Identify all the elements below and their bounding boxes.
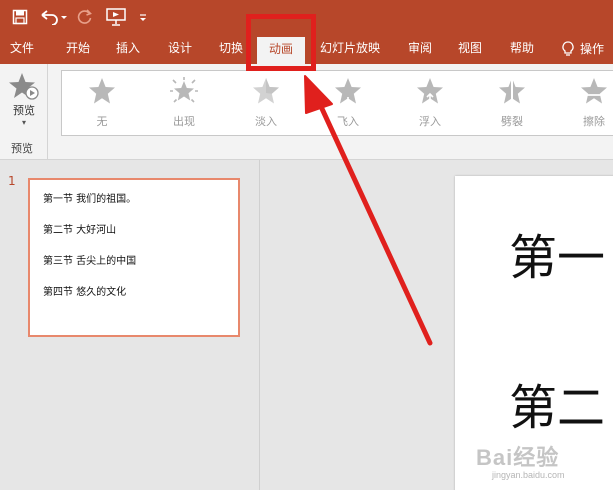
watermark-url: jingyan.baidu.com <box>492 470 565 480</box>
animation-split[interactable]: 劈裂 <box>482 71 542 135</box>
slide-thumbnail[interactable]: 第一节 我们的祖国。 第二节 大好河山 第三节 舌尖上的中国 第四节 悠久的文化 <box>28 178 240 337</box>
animation-fade[interactable]: 淡入 <box>236 71 296 135</box>
tab-design[interactable]: 设计 <box>168 34 192 64</box>
powerpoint-window: 文件 开始 插入 设计 切换 动画 幻灯片放映 审阅 视图 帮助 操作 预览 ▾ <box>0 0 613 490</box>
animation-wipe[interactable]: 擦除 <box>564 71 613 135</box>
preview-button[interactable]: 预览 ▾ <box>4 70 44 136</box>
animation-label: 擦除 <box>583 115 605 128</box>
star-none-icon <box>89 78 115 104</box>
tab-review[interactable]: 审阅 <box>408 34 432 64</box>
slide-text-line[interactable]: 第一 <box>509 218 605 288</box>
star-float-in-icon <box>417 78 443 104</box>
animation-float-in[interactable]: 浮入 <box>400 71 460 135</box>
thumbnail-text-line: 第二节 大好河山 <box>43 225 117 236</box>
save-icon[interactable] <box>8 4 32 30</box>
animation-label: 浮入 <box>419 115 441 128</box>
tab-highlight-box <box>246 14 316 71</box>
undo-icon[interactable] <box>38 4 70 30</box>
slide-number: 1 <box>8 174 16 188</box>
baidu-jingyan-watermark: Bai经验 jingyan.baidu.com <box>474 440 609 484</box>
tab-insert[interactable]: 插入 <box>116 34 140 64</box>
tab-home[interactable]: 开始 <box>66 34 90 64</box>
animation-label: 淡入 <box>255 115 277 128</box>
tab-file[interactable]: 文件 <box>10 34 34 64</box>
star-split-icon <box>499 78 525 104</box>
animations-ribbon: 预览 ▾ 预览 无 出现 淡入 飞入 浮入 劈裂 擦除 <box>0 64 613 160</box>
preview-button-label: 预览 <box>13 104 35 117</box>
animation-label: 劈裂 <box>501 115 523 128</box>
redo-icon[interactable] <box>74 4 96 30</box>
animation-label: 出现 <box>173 115 195 128</box>
present-from-start-icon[interactable] <box>104 4 128 30</box>
watermark-brand: Bai经验 <box>476 445 560 470</box>
animation-label: 飞入 <box>337 115 359 128</box>
star-fade-icon <box>253 78 279 104</box>
thumbnail-text-line: 第三节 舌尖上的中国 <box>43 256 137 267</box>
thumbnail-text-line: 第四节 悠久的文化 <box>43 287 127 298</box>
animation-appear[interactable]: 出现 <box>154 71 214 135</box>
tab-slideshow[interactable]: 幻灯片放映 <box>320 34 380 64</box>
tab-help[interactable]: 帮助 <box>510 34 534 64</box>
slide-text-line[interactable]: 第二 <box>509 368 605 438</box>
animation-label: 无 <box>96 115 108 128</box>
chevron-down-icon: ▾ <box>21 118 26 127</box>
customize-qat-icon[interactable] <box>136 4 150 30</box>
star-wipe-icon <box>581 78 607 104</box>
tab-transitions[interactable]: 切换 <box>219 34 243 64</box>
tell-me-box[interactable]: 操作 <box>562 34 604 64</box>
lightbulb-icon <box>562 41 574 56</box>
preview-group: 预览 ▾ 预览 <box>0 64 48 160</box>
preview-group-caption: 预览 <box>11 142 33 155</box>
tell-me-label: 操作 <box>580 42 605 56</box>
animation-fly-in[interactable]: 飞入 <box>318 71 378 135</box>
tab-view[interactable]: 视图 <box>458 34 482 64</box>
preview-star-icon <box>9 73 39 100</box>
thumbnail-text-line: 第一节 我们的祖国。 <box>43 194 137 205</box>
animation-none[interactable]: 无 <box>72 71 132 135</box>
slide-thumbnail-pane: 1 第一节 我们的祖国。 第二节 大好河山 第三节 舌尖上的中国 第四节 悠久的… <box>0 160 260 490</box>
star-appear-icon <box>170 77 198 103</box>
animation-gallery: 无 出现 淡入 飞入 浮入 劈裂 擦除 <box>61 70 613 136</box>
star-fly-in-icon <box>335 78 361 105</box>
